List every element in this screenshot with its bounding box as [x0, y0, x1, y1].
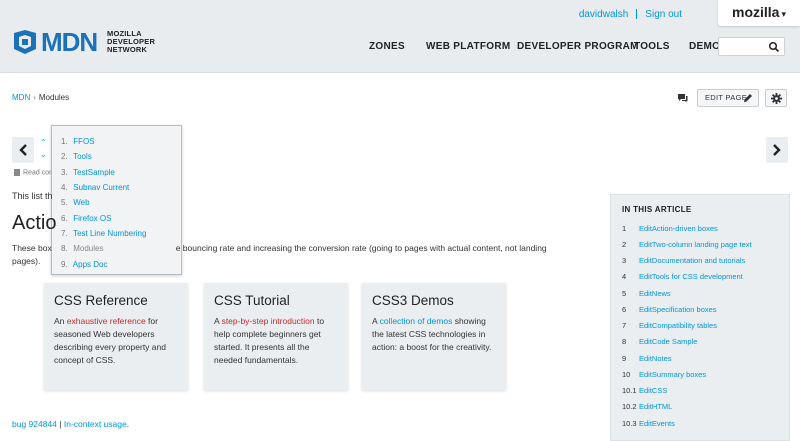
- chevron-up-icon[interactable]: ⌃: [40, 138, 47, 147]
- toc-item[interactable]: 1 EditAction-driven boxes: [622, 224, 718, 233]
- breadcrumb-separator: ›: [33, 93, 36, 102]
- breadcrumb-current: Modules: [38, 93, 70, 102]
- chevron-right-icon: [773, 144, 781, 156]
- toc-item[interactable]: 5 EditNews: [622, 289, 671, 298]
- card-link[interactable]: exhaustive reference: [67, 316, 146, 326]
- settings-button[interactable]: [765, 89, 787, 107]
- edit-page-label: EDIT PAGE: [705, 93, 748, 102]
- nav-tools[interactable]: TOOLS: [634, 41, 670, 52]
- card-css-tutorial: CSS Tutorial A step-by-step introduction…: [204, 283, 348, 390]
- search-icon: [768, 41, 780, 53]
- card-css-reference: CSS Reference An exhaustive reference fo…: [44, 283, 188, 390]
- edit-page-button[interactable]: EDIT PAGE: [697, 89, 759, 107]
- footer-links: bug 924844 | In-context usage.: [12, 419, 130, 429]
- read-contributors[interactable]: Read con: [14, 169, 53, 176]
- toc-item[interactable]: 4 EditTools for CSS development: [622, 272, 743, 281]
- mdn-logo-icon: [14, 30, 36, 54]
- dropdown-item[interactable]: 1. FFOS: [61, 137, 95, 146]
- usage-link[interactable]: In-context usage: [64, 419, 127, 429]
- logo-text: MDN: [41, 27, 98, 57]
- section-heading: Actio: [12, 212, 57, 234]
- nav-zones[interactable]: ZONES: [369, 41, 405, 52]
- nav-web-platform[interactable]: WEB PLATFORM: [426, 41, 511, 52]
- toc-item[interactable]: 3 EditDocumentation and tutorials: [622, 256, 745, 265]
- chevron-down-small-icon[interactable]: ⌄: [40, 150, 47, 159]
- breadcrumb-root[interactable]: MDN: [12, 93, 30, 102]
- gear-icon: [771, 93, 782, 104]
- toc-item[interactable]: 10.2 EditHTML: [622, 402, 672, 411]
- card-text: An exhaustive reference for seasoned Web…: [54, 316, 166, 365]
- toc-item[interactable]: 10.1 EditCSS: [622, 386, 667, 395]
- card-text: A step-by-step introduction to help comp…: [214, 316, 325, 365]
- card-text: A collection of demos showing the latest…: [372, 316, 492, 352]
- dropdown-item[interactable]: 6. Firefox OS: [61, 214, 111, 223]
- mdn-logo[interactable]: MDN MOZILLA DEVELOPER NETWORK: [12, 29, 182, 55]
- nav-developer-program[interactable]: DEVELOPER PROGRAM: [517, 41, 639, 52]
- section-paragraph: These box e bouncing rate and increasing …: [12, 242, 587, 268]
- search-input[interactable]: [718, 37, 785, 56]
- mozilla-label: mozilla: [732, 4, 780, 20]
- previous-page-button[interactable]: [12, 137, 34, 163]
- logo-subtitle: MOZILLA DEVELOPER NETWORK: [107, 29, 156, 55]
- card-title: CSS3 Demos: [372, 293, 454, 308]
- book-icon: [14, 169, 20, 176]
- mozilla-tab[interactable]: mozilla ▾: [718, 0, 800, 26]
- comments-icon[interactable]: [677, 93, 688, 103]
- toc-item[interactable]: 6 EditSpecification boxes: [622, 305, 717, 314]
- card-css3-demos: CSS3 Demos A collection of demos showing…: [362, 283, 506, 390]
- read-contrib-label: Read con: [23, 169, 53, 177]
- toc-item[interactable]: 9 EditNotes: [622, 354, 672, 363]
- pencil-icon: [744, 94, 752, 102]
- toc-item[interactable]: 10.3 EditEvents: [622, 419, 675, 428]
- dropdown-item[interactable]: 2. Tools: [61, 152, 92, 161]
- site-header: MDN MOZILLA DEVELOPER NETWORK davidwalsh…: [0, 0, 800, 73]
- breadcrumb: MDN › Modules: [12, 93, 69, 102]
- para-end: pages).: [12, 256, 41, 266]
- footer-separator: |: [56, 419, 64, 429]
- dropdown-item[interactable]: 3. TestSample: [61, 168, 115, 177]
- in-this-article: IN THIS ARTICLE 1 EditAction-driven boxes…: [610, 194, 790, 441]
- dropdown-item[interactable]: 7. Test Line Numbering: [61, 229, 146, 238]
- intro-text: This list th: [12, 191, 53, 201]
- card-link[interactable]: collection of demos: [380, 316, 453, 326]
- username-link[interactable]: davidwalsh: [579, 9, 628, 20]
- para-start: These box: [12, 243, 52, 253]
- card-title: CSS Reference: [54, 293, 148, 308]
- user-separator: [636, 9, 638, 20]
- para-rest: e bouncing rate and increasing the conve…: [175, 243, 547, 253]
- chevron-left-icon: [19, 144, 27, 156]
- chevron-down-icon: ▾: [781, 9, 786, 19]
- toc-item[interactable]: 8 EditCode Sample: [622, 337, 697, 346]
- sign-out-link[interactable]: Sign out: [645, 9, 682, 20]
- dropdown-item[interactable]: 4. Subnav Current: [61, 183, 129, 192]
- user-bar: davidwalsh Sign out: [579, 9, 682, 20]
- card-link[interactable]: step-by-step introduction: [222, 316, 315, 326]
- toc-title: IN THIS ARTICLE: [622, 205, 692, 214]
- bug-link[interactable]: bug 924844: [12, 419, 57, 429]
- dropdown-item[interactable]: 5. Web: [61, 198, 90, 207]
- toc-item[interactable]: 10 EditSummary boxes: [622, 370, 706, 379]
- next-page-button[interactable]: [766, 137, 788, 163]
- toc-item[interactable]: 2 EditTwo-column landing page text: [622, 240, 752, 249]
- toc-item[interactable]: 7 EditCompatibility tables: [622, 321, 717, 330]
- card-title: CSS Tutorial: [214, 293, 290, 308]
